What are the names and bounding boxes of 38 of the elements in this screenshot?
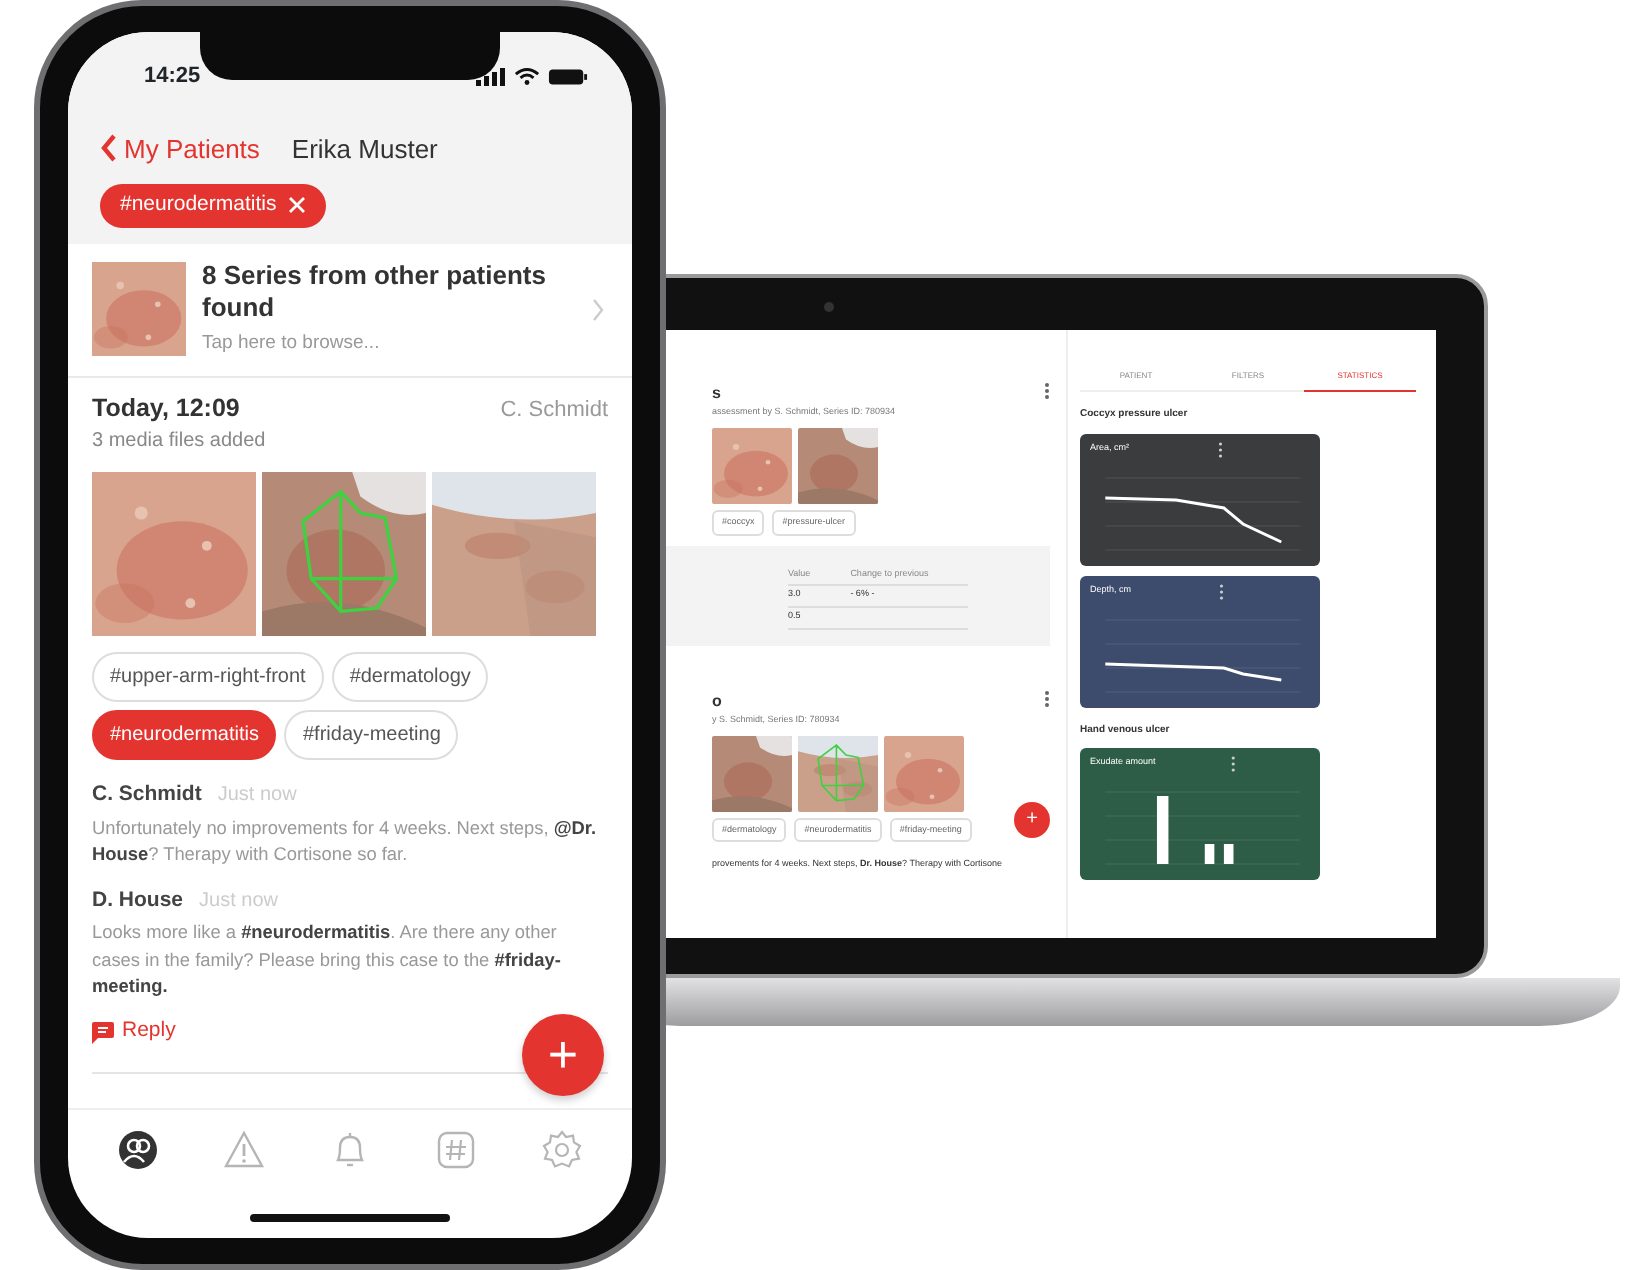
post-author: C. Schmidt	[500, 395, 608, 425]
reply-button[interactable]: Reply	[92, 1016, 176, 1049]
signal-icon	[476, 67, 506, 86]
camera-icon	[824, 302, 834, 312]
close-icon[interactable]	[288, 196, 307, 215]
tag[interactable]: #neurodermatitis	[92, 710, 277, 761]
people-icon	[117, 1130, 158, 1170]
back-link[interactable]: My Patients	[100, 129, 260, 168]
speech-bubble-icon	[92, 1021, 114, 1044]
battery-icon	[548, 67, 588, 86]
kebab-menu-icon[interactable]	[1044, 382, 1050, 400]
hashtag-icon	[436, 1130, 477, 1170]
series-hint: Tap here to browse...	[202, 330, 382, 359]
comment-author: D. House	[92, 885, 184, 916]
comment-text: Unfortunately no improvements for 4 weeks. Next steps, @Dr. House? Therapy with Cortisone so far.	[92, 816, 599, 869]
kebab-menu-icon[interactable]	[1044, 689, 1050, 708]
series-title: s	[712, 382, 723, 406]
add-button[interactable]: +	[1014, 802, 1050, 838]
series-card[interactable]: 8 Series from other patients found Tap here to browse...	[68, 243, 632, 377]
patient-name: Erika Muster	[291, 131, 438, 167]
wifi-icon	[514, 66, 540, 87]
series-title: o	[712, 689, 724, 714]
series-title: 8 Series from other patients found	[202, 259, 548, 325]
add-button[interactable]: +	[522, 1013, 604, 1095]
comment-author: C. Schmidt	[92, 780, 202, 811]
tag[interactable]: #dermatology	[331, 652, 489, 703]
back-icon	[100, 134, 118, 163]
tag[interactable]: #upper-arm-right-front	[92, 652, 324, 703]
status-time: 14:25	[144, 62, 201, 92]
comment-text: Looks more like a #neurodermatitis. Are there any other cases in the family? Please bring this case to the #friday-meeting.	[92, 920, 563, 1001]
post-summary: 3 media files added	[92, 428, 268, 457]
warning-icon	[223, 1130, 264, 1170]
chevron-icon	[592, 297, 604, 322]
tab-bar-item[interactable]	[117, 1130, 158, 1170]
tag[interactable]: #friday-meeting	[284, 710, 459, 761]
settings-icon	[542, 1130, 583, 1170]
post-time: Today, 12:09	[92, 391, 240, 426]
filter-chip[interactable]: #neurodermatitis	[100, 184, 327, 228]
